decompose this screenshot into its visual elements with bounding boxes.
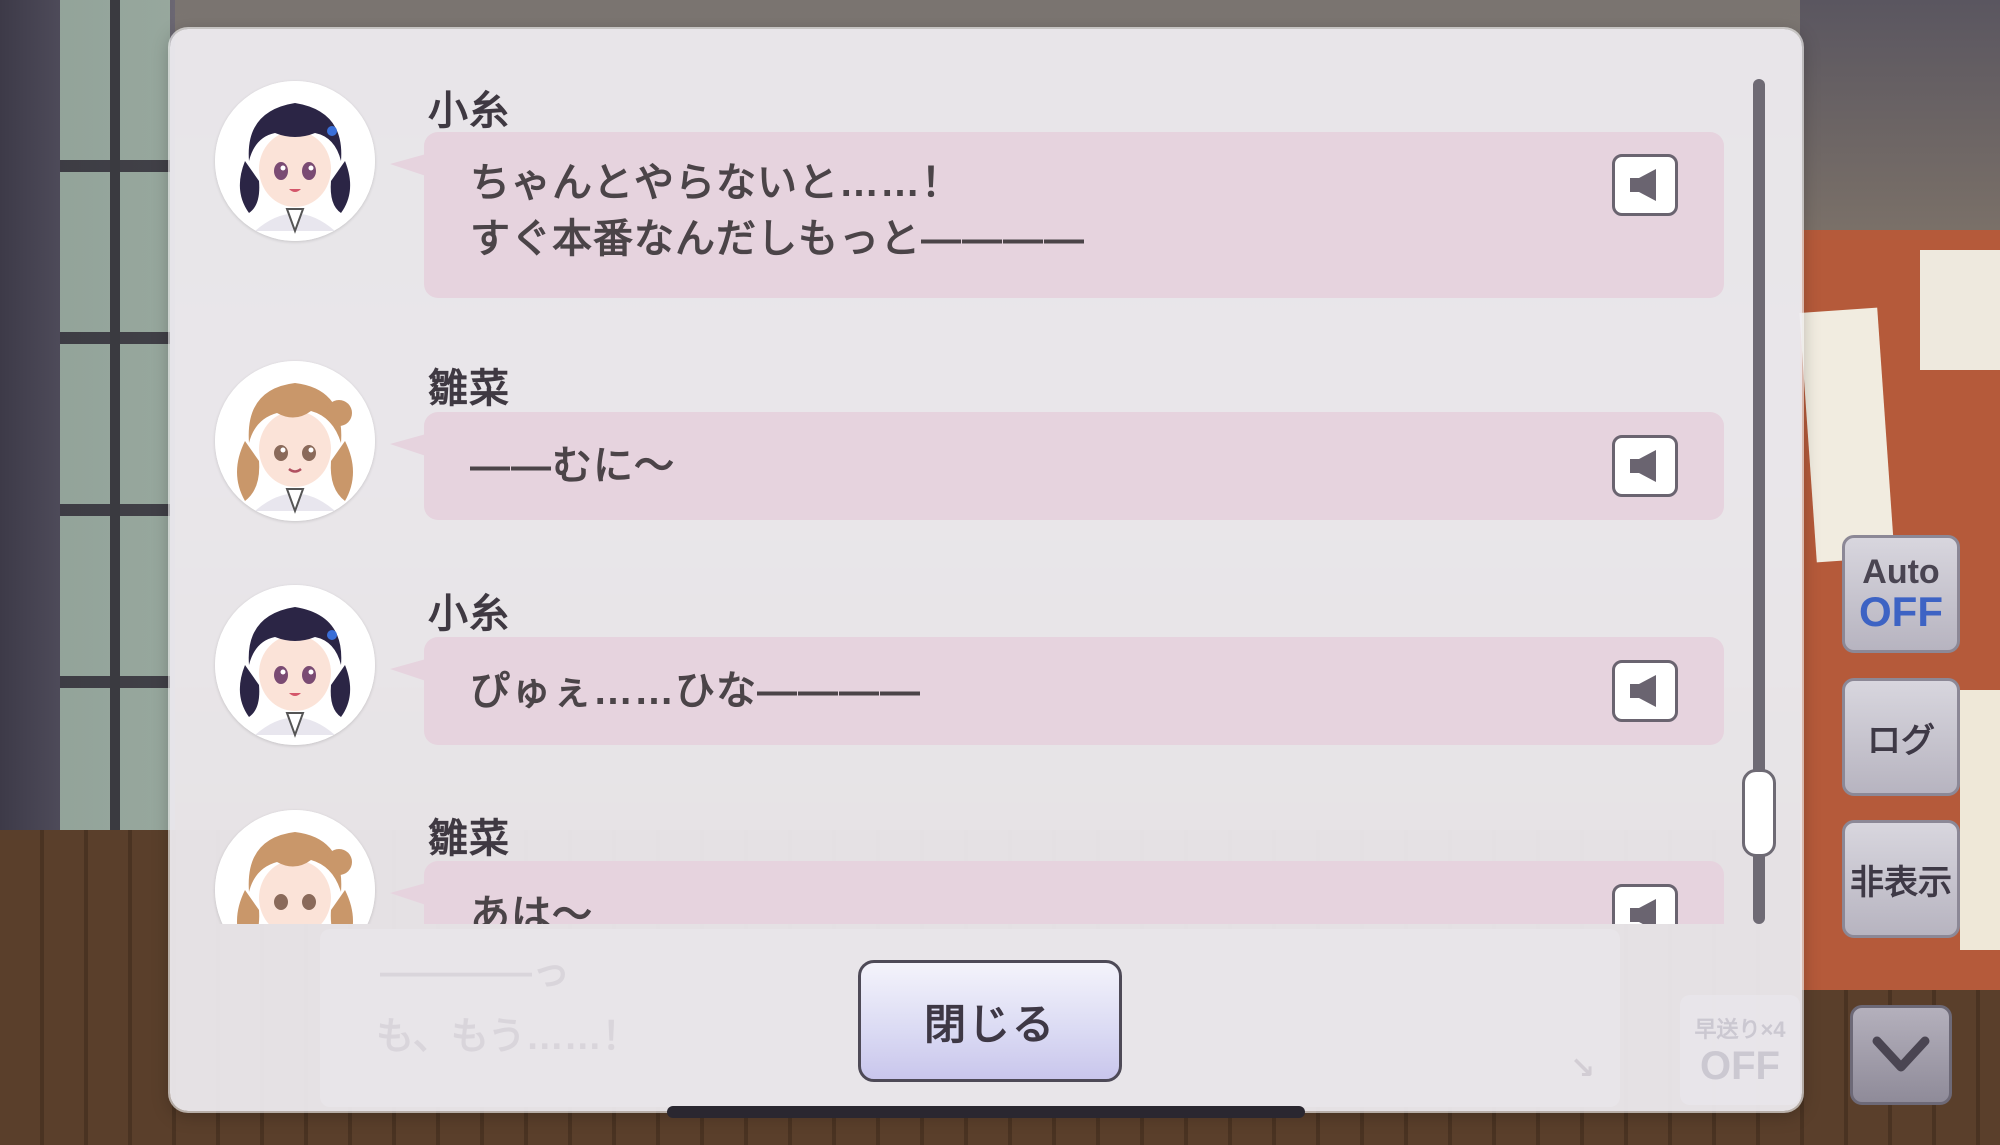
speaker-icon [1630, 450, 1656, 482]
home-indicator [667, 1106, 1305, 1118]
message-text: ちゃんとやらないと……！ すぐ本番なんだしもっと―――― [470, 161, 1085, 261]
hide-button[interactable]: 非表示 [1842, 820, 1960, 938]
speaker-name: 小糸 [428, 89, 510, 133]
message-bubble: あは～ [390, 861, 1724, 924]
fast-forward-status: OFF [1700, 1043, 1780, 1088]
voice-replay-button[interactable] [1612, 435, 1678, 497]
message-bubble: ――むに～ [390, 412, 1724, 520]
log-button[interactable]: ログ [1842, 678, 1960, 796]
koito-avatar [215, 81, 375, 241]
voice-replay-button[interactable] [1612, 154, 1678, 216]
close-button[interactable]: 閉じる [858, 960, 1122, 1082]
auto-status: OFF [1859, 588, 1943, 635]
background-window-frame [110, 0, 120, 840]
auto-label: Auto [1862, 553, 1940, 591]
message-text: あは～ [470, 893, 593, 924]
koito-avatar [215, 585, 375, 745]
log-button-label: ログ [1867, 721, 1935, 760]
message-text: ――むに～ [470, 444, 675, 488]
hinana-avatar [215, 361, 375, 521]
scrollbar-thumb[interactable] [1742, 769, 1776, 857]
background-poster [1960, 690, 2000, 950]
log-dialog: 小糸 ちゃんとやらないと……！ すぐ本番なんだしもっと―――― 雛菜 ――むに～… [170, 29, 1802, 1111]
hinana-avatar [215, 810, 375, 924]
background-wall [1800, 0, 2000, 230]
underlying-message-line1: ――――っ [380, 952, 571, 994]
underlying-message-line2: も、もう……！ [376, 1016, 640, 1058]
log-list[interactable]: 小糸 ちゃんとやらないと……！ すぐ本番なんだしもっと―――― 雛菜 ――むに～… [170, 29, 1730, 924]
voice-replay-button[interactable] [1612, 660, 1678, 722]
voice-replay-button[interactable] [1612, 884, 1678, 924]
hide-button-label: 非表示 [1850, 863, 1952, 902]
speaker-icon [1630, 899, 1656, 924]
message-bubble: ちゃんとやらないと……！ すぐ本番なんだしもっと―――― [390, 132, 1724, 298]
message-bubble: ぴゅぇ……ひな―――― [390, 637, 1724, 745]
speaker-name: 雛菜 [428, 817, 510, 861]
background-poster [1920, 250, 2000, 370]
speaker-icon [1630, 169, 1656, 201]
speaker-icon [1630, 675, 1656, 707]
auto-button[interactable]: Auto OFF [1842, 535, 1960, 653]
next-arrow-icon: ↘ [1570, 1051, 1596, 1086]
fast-forward-button[interactable]: 早送り×4 OFF [1680, 995, 1800, 1105]
message-text: ぴゅぇ……ひな―――― [470, 669, 921, 713]
speaker-name: 小糸 [428, 592, 510, 636]
scroll-down-button[interactable] [1850, 1005, 1952, 1105]
fast-forward-label: 早送り×4 [1694, 1016, 1786, 1042]
speaker-name: 雛菜 [428, 367, 510, 411]
chevron-down-icon [1872, 1036, 1930, 1072]
